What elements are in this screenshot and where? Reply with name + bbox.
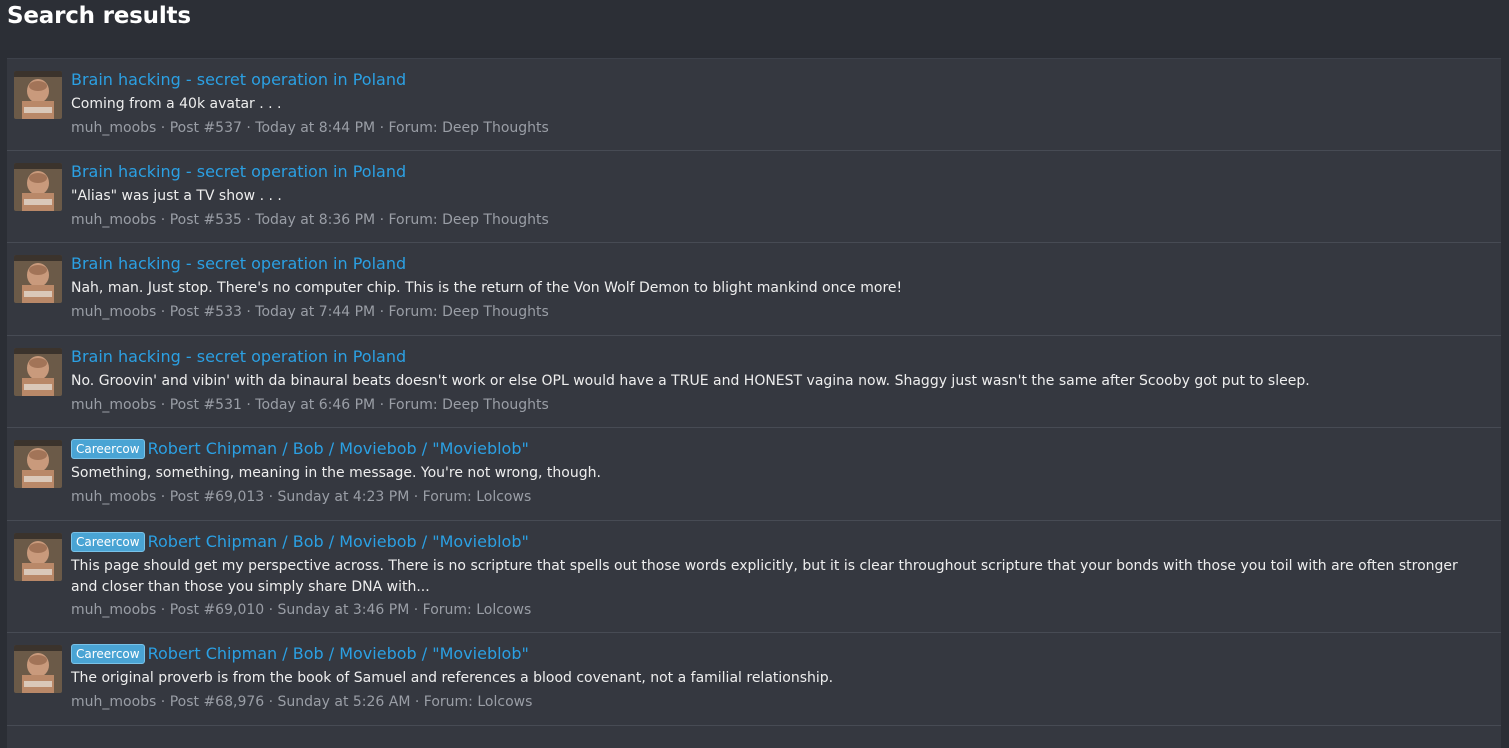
forum-label: Forum: [388,304,438,320]
forum-label: Forum: [388,120,438,136]
search-result-item: Brain hacking - secret operation in Pola… [7,151,1501,243]
post-number: Post #535 [169,212,242,228]
post-date: Today at 8:36 PM [255,212,376,228]
post-meta: muh_moobs · Post #68,976 · Sunday at 5:2… [71,694,533,710]
search-results-list: Brain hacking - secret operation in Pola… [7,58,1501,748]
forum-link[interactable]: Lolcows [476,489,531,505]
search-result-item: Brain hacking - secret operation in Pola… [7,59,1501,151]
thread-title-link[interactable]: Brain hacking - secret operation in Pola… [71,70,406,89]
avatar[interactable] [14,348,62,396]
author-link[interactable]: muh_moobs [71,397,156,413]
post-snippet: Nah, man. Just stop. There's no computer… [71,280,903,296]
author-link[interactable]: muh_moobs [71,602,156,618]
post-date: Today at 8:44 PM [255,120,376,136]
forum-label: Forum: [388,212,438,228]
avatar[interactable] [14,440,62,488]
post-meta: muh_moobs · Post #531 · Today at 6:46 PM… [71,397,549,413]
thread-prefix-badge[interactable]: Careercow [71,439,145,459]
post-number: Post #533 [169,304,242,320]
post-snippet: Coming from a 40k avatar . . . [71,96,282,112]
post-snippet: This page should get my perspective acro… [71,558,1458,595]
post-snippet: No. Groovin' and vibin' with da binaural… [71,373,1310,389]
post-meta: muh_moobs · Post #69,013 · Sunday at 4:2… [71,489,532,505]
post-meta: muh_moobs · Post #69,010 · Sunday at 3:4… [71,602,532,618]
search-result-item: Brain hacking - secret operation in Pola… [7,243,1501,336]
forum-label: Forum: [422,489,472,505]
post-meta: muh_moobs · Post #535 · Today at 8:36 PM… [71,212,549,228]
thread-title-link[interactable]: Brain hacking - secret operation in Pola… [71,162,406,181]
avatar[interactable] [14,533,62,581]
forum-label: Forum: [388,397,438,413]
page-title: Search results [7,3,191,29]
post-date: Today at 6:46 PM [255,397,376,413]
post-meta: muh_moobs · Post #537 · Today at 8:44 PM… [71,120,549,136]
forum-label: Forum: [422,602,472,618]
forum-link[interactable]: Deep Thoughts [442,120,549,136]
post-number: Post #69,010 [169,602,265,618]
post-date: Sunday at 3:46 PM [277,602,410,618]
post-snippet: "Alias" was just a TV show . . . [71,188,282,204]
forum-link[interactable]: Lolcows [477,694,532,710]
post-date: Sunday at 5:26 AM [277,694,411,710]
forum-link[interactable]: Deep Thoughts [442,397,549,413]
author-link[interactable]: muh_moobs [71,489,156,505]
forum-link[interactable]: Lolcows [476,602,531,618]
thread-prefix-badge[interactable]: Careercow [71,644,145,664]
thread-prefix-badge[interactable]: Careercow [71,532,145,552]
author-link[interactable]: muh_moobs [71,212,156,228]
thread-title-link[interactable]: Robert Chipman / Bob / Moviebob / "Movie… [148,644,529,663]
post-number: Post #531 [169,397,242,413]
author-link[interactable]: muh_moobs [71,120,156,136]
author-link[interactable]: muh_moobs [71,694,156,710]
avatar[interactable] [14,163,62,211]
thread-title-link[interactable]: Brain hacking - secret operation in Pola… [71,254,406,273]
forum-link[interactable]: Deep Thoughts [442,304,549,320]
avatar[interactable] [14,71,62,119]
post-number: Post #68,976 [169,694,265,710]
search-result-item: Careercow Robert Chipman / Bob / Moviebob… [7,521,1501,633]
post-snippet: Something, something, meaning in the mes… [71,465,601,481]
post-snippet: The original proverb is from the book of… [71,670,834,686]
post-meta: muh_moobs · Post #533 · Today at 7:44 PM… [71,304,549,320]
search-result-item: Brain hacking - secret operation in Pola… [7,336,1501,428]
thread-title-link[interactable]: Brain hacking - secret operation in Pola… [71,347,406,366]
avatar[interactable] [14,255,62,303]
search-result-item: Careercow Robert Chipman / Bob / Moviebob… [7,428,1501,521]
forum-label: Forum: [423,694,473,710]
avatar[interactable] [14,645,62,693]
thread-title-link[interactable]: Robert Chipman / Bob / Moviebob / "Movie… [148,532,529,551]
post-date: Today at 7:44 PM [255,304,376,320]
page-header: Search results [0,0,1509,50]
search-result-item: Careercow Robert Chipman / Bob / Moviebob… [7,633,1501,726]
thread-title-link[interactable]: Robert Chipman / Bob / Moviebob / "Movie… [148,439,529,458]
post-number: Post #69,013 [169,489,265,505]
author-link[interactable]: muh_moobs [71,304,156,320]
post-date: Sunday at 4:23 PM [277,489,410,505]
forum-link[interactable]: Deep Thoughts [442,212,549,228]
post-number: Post #537 [169,120,242,136]
